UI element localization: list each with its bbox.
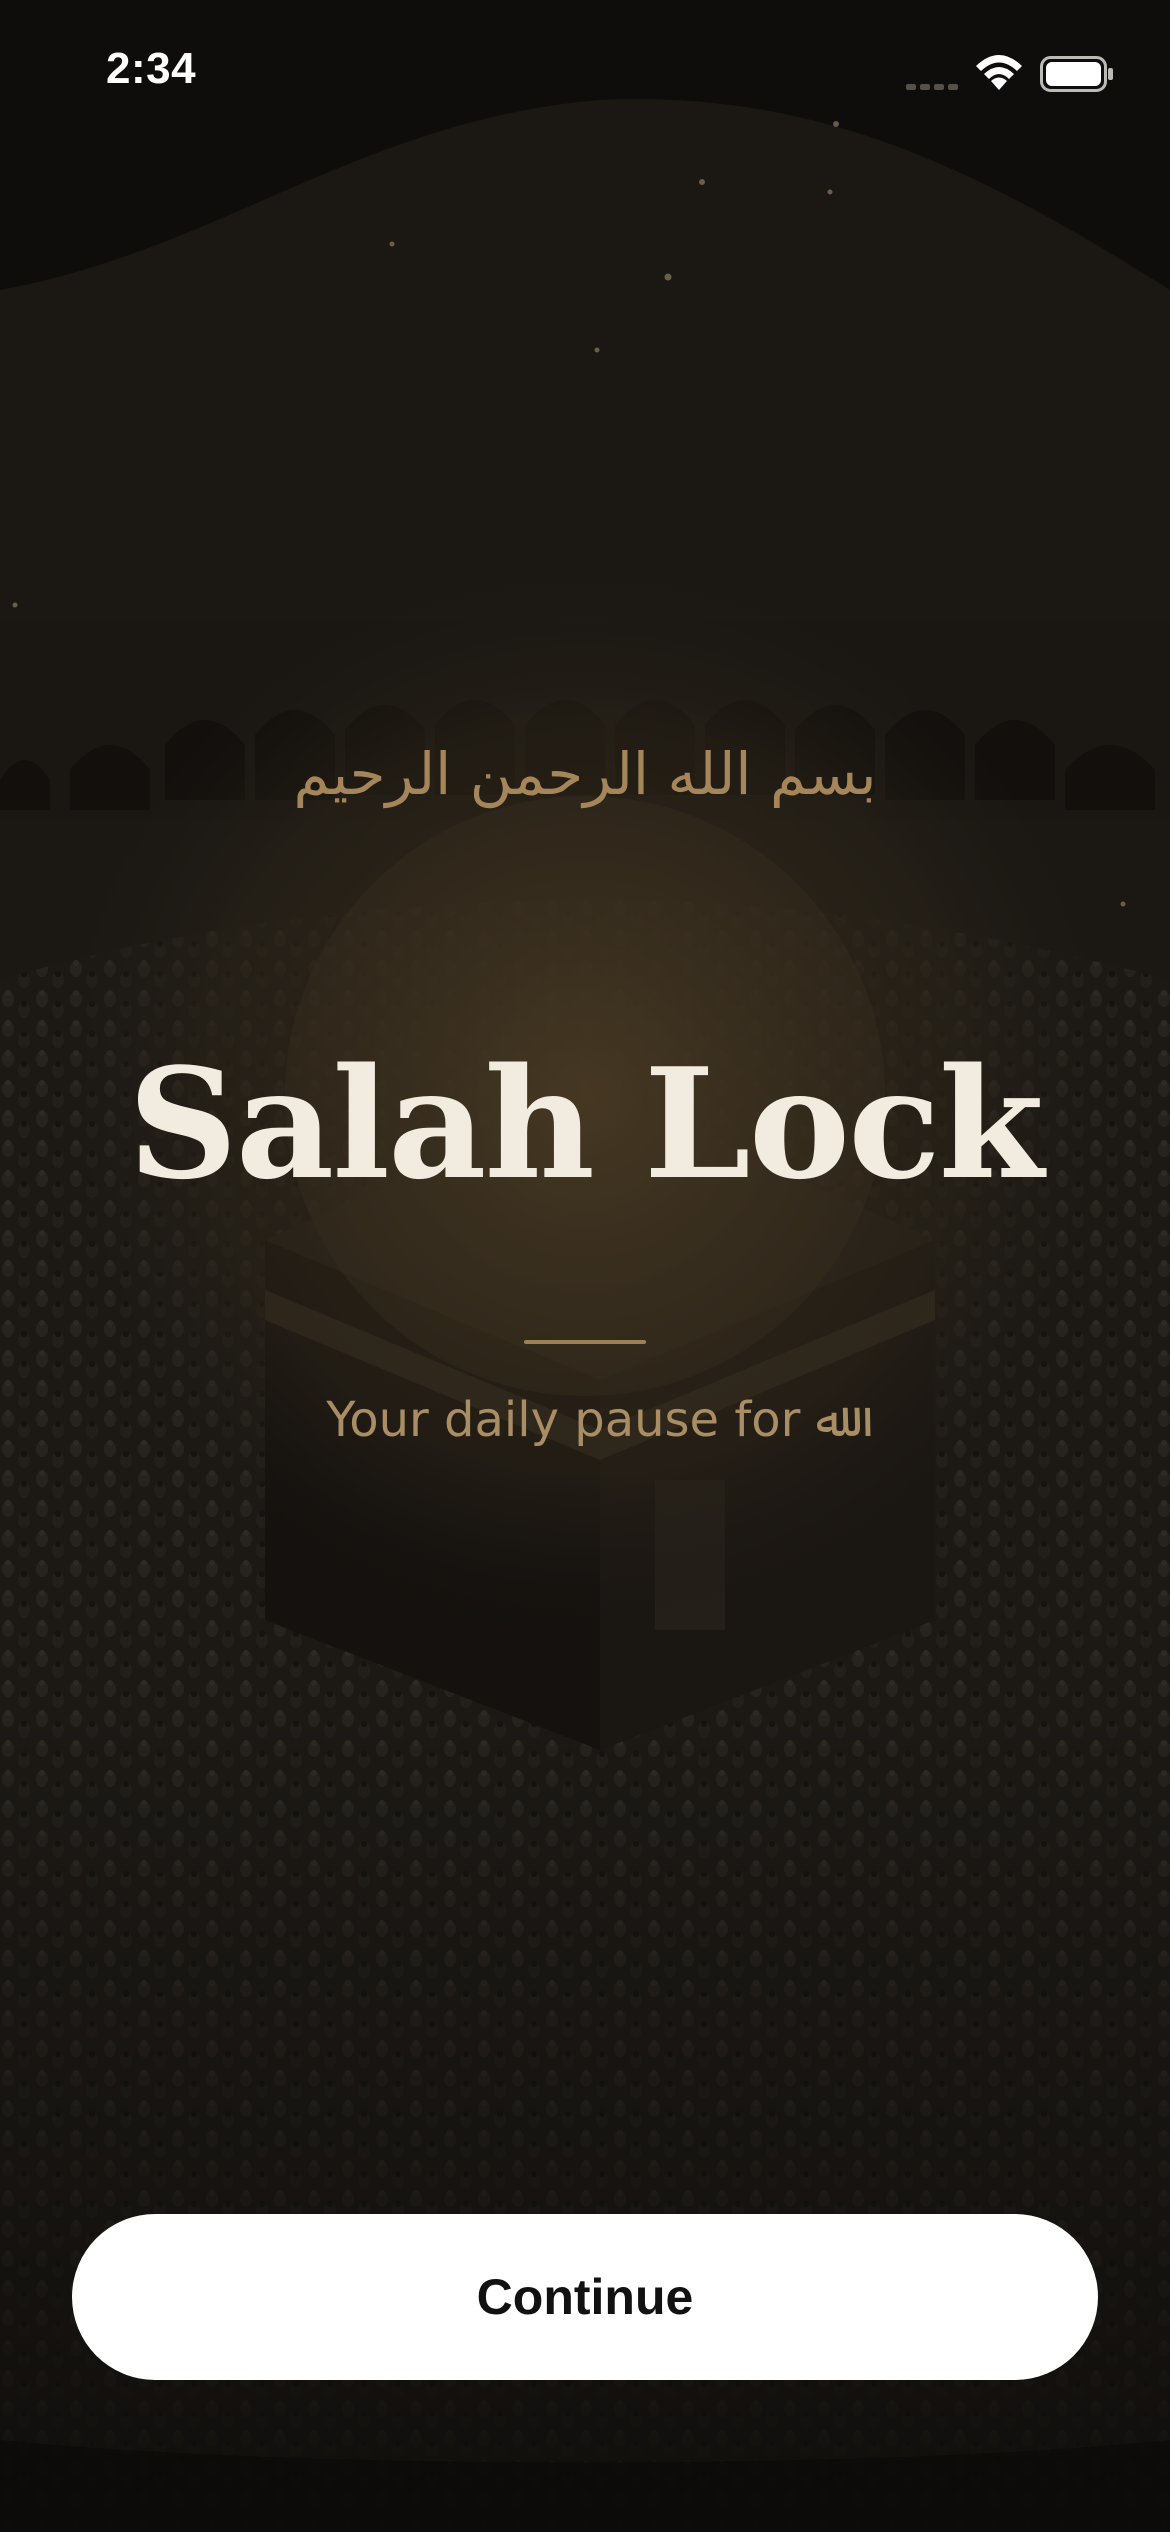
continue-button[interactable]: Continue: [72, 2214, 1098, 2380]
status-time: 2:34: [106, 44, 197, 93]
status-bar: 2:34: [0, 0, 1170, 150]
onboarding-screen: 2:34 بسم الله الرحمن الرحيم Salah Lock Y…: [0, 0, 1170, 2532]
battery-icon: [1040, 56, 1113, 92]
bismillah-text: بسم الله الرحمن الرحيم: [293, 740, 877, 808]
signal-icon: [906, 84, 958, 90]
tagline: Your daily pause for ﷲ: [326, 1392, 844, 1448]
title-divider: [524, 1340, 646, 1344]
continue-button-label: Continue: [476, 2269, 694, 2325]
wifi-icon: [976, 55, 1022, 90]
kaaba-background-illustration: [0, 0, 1170, 2532]
app-title: Salah Lock: [127, 1034, 1044, 1213]
